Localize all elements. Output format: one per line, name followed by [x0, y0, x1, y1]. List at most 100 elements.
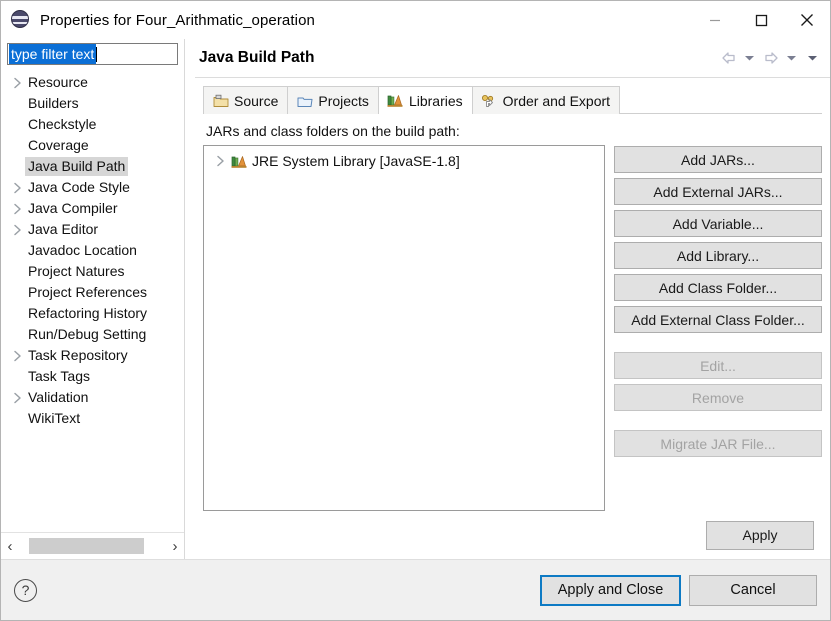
list-item-label: JRE System Library [JavaSE-1.8] — [252, 153, 460, 169]
sidebar-item-run-debug-setting[interactable]: Run/Debug Setting — [1, 324, 184, 345]
sidebar-item-label: Java Build Path — [25, 157, 129, 176]
sidebar-item-java-editor[interactable]: Java Editor — [1, 219, 184, 240]
sidebar-item-label: Checkstyle — [28, 116, 97, 132]
forward-arrow-icon[interactable] — [761, 47, 780, 69]
pane-menu-chevron-down-icon[interactable] — [803, 47, 822, 69]
settings-tree[interactable]: Resource Builders Checkstyle Coverage Java B… — [1, 65, 184, 532]
expand-chevron-right-icon[interactable] — [9, 182, 25, 194]
add-external-class-folder-button[interactable]: Add External Class Folder... — [614, 306, 822, 333]
tab-libraries[interactable]: Libraries — [377, 86, 473, 115]
button-group-separator — [614, 338, 822, 347]
add-library-button[interactable]: Add Library... — [614, 242, 822, 269]
sidebar-item-java-compiler[interactable]: Java Compiler — [1, 198, 184, 219]
question-mark-icon[interactable]: ? — [14, 578, 37, 602]
expand-chevron-right-icon[interactable] — [9, 392, 25, 404]
footer-buttons: Apply and Close Cancel — [540, 574, 817, 606]
sidebar-item-project-natures[interactable]: Project Natures — [1, 261, 184, 282]
page-title: Java Build Path — [199, 49, 315, 66]
order-export-icon — [481, 93, 498, 108]
add-external-jars-button[interactable]: Add External JARs... — [614, 178, 822, 205]
sidebar-item-wikitext[interactable]: WikiText — [1, 408, 184, 429]
sidebar-item-label: Project Natures — [28, 263, 125, 279]
expand-chevron-right-icon[interactable] — [212, 155, 229, 167]
add-jars-button[interactable]: Add JARs... — [614, 146, 822, 173]
expand-chevron-right-icon[interactable] — [9, 203, 25, 215]
scroll-right-arrow-icon[interactable]: › — [166, 539, 184, 554]
sidebar-horizontal-scrollbar[interactable]: ‹ › — [1, 532, 184, 559]
tab-label: Projects — [318, 92, 369, 109]
sidebar-item-resource[interactable]: Resource — [1, 72, 184, 93]
window-controls — [692, 1, 830, 39]
eclipse-properties-icon — [10, 9, 32, 31]
sidebar-item-label: Run/Debug Setting — [28, 326, 147, 342]
sidebar-item-label: Java Compiler — [28, 200, 118, 216]
tab-source[interactable]: Source — [203, 86, 289, 114]
sidebar-item-label: Resource — [28, 74, 88, 90]
title-bar: Properties for Four_Arithmatic_operation — [1, 1, 830, 39]
apply-and-close-button[interactable]: Apply and Close — [540, 574, 681, 606]
pane-header: Java Build Path — [195, 39, 830, 78]
sidebar-item-coverage[interactable]: Coverage — [1, 135, 184, 156]
migrate-jar-file-button: Migrate JAR File... — [614, 430, 822, 457]
sidebar-item-label: Project References — [28, 284, 148, 300]
tab-bar: Source Projects Libraries Order and Export — [195, 86, 830, 115]
expand-chevron-right-icon[interactable] — [9, 224, 25, 236]
build-path-actions: Add JARs... Add External JARs... Add Varia… — [614, 145, 822, 511]
scrollbar-track[interactable] — [19, 538, 166, 554]
add-variable-button[interactable]: Add Variable... — [614, 210, 822, 237]
build-path-list[interactable]: JRE System Library [JavaSE-1.8] — [203, 145, 605, 511]
forward-history-chevron-down-icon[interactable] — [782, 47, 801, 69]
sidebar-item-checkstyle[interactable]: Checkstyle — [1, 114, 184, 135]
sidebar-item-label: Java Editor — [28, 221, 99, 237]
tab-order-and-export[interactable]: Order and Export — [471, 86, 621, 114]
settings-sidebar: type filter text Resource Builders Checkst… — [1, 39, 185, 559]
sidebar-item-refactoring-history[interactable]: Refactoring History — [1, 303, 184, 324]
tab-label: Order and Export — [502, 92, 611, 109]
sidebar-item-task-tags[interactable]: Task Tags — [1, 366, 184, 387]
sidebar-item-java-build-path[interactable]: Java Build Path — [1, 156, 184, 177]
sidebar-item-label: WikiText — [28, 410, 81, 426]
button-group-separator — [614, 416, 822, 425]
maximize-button[interactable] — [738, 1, 784, 39]
tab-projects[interactable]: Projects — [287, 86, 379, 114]
tab-label: Source — [234, 92, 279, 109]
library-books-icon — [229, 153, 249, 169]
tab-label: Libraries — [408, 92, 463, 109]
text-caret — [96, 46, 98, 62]
library-books-icon — [387, 93, 404, 108]
expand-chevron-right-icon[interactable] — [9, 77, 25, 89]
sidebar-item-label: Builders — [28, 95, 79, 111]
sidebar-item-builders[interactable]: Builders — [1, 93, 184, 114]
project-icon — [296, 93, 313, 108]
sidebar-item-label: Task Tags — [28, 368, 90, 384]
sidebar-item-label: Java Code Style — [28, 179, 130, 195]
expand-chevron-right-icon[interactable] — [9, 350, 25, 362]
dialog-footer: ? Apply and Close Cancel — [1, 559, 830, 620]
add-class-folder-button[interactable]: Add Class Folder... — [614, 274, 822, 301]
properties-dialog: Properties for Four_Arithmatic_operation — [0, 0, 831, 621]
filter-input[interactable]: type filter text — [7, 43, 178, 65]
sidebar-item-javadoc-location[interactable]: Javadoc Location — [1, 240, 184, 261]
libraries-tab-panel: JARs and class folders on the build path… — [195, 114, 830, 559]
sidebar-item-label: Task Repository — [28, 347, 128, 363]
scroll-left-arrow-icon[interactable]: ‹ — [1, 539, 19, 554]
list-caption: JARs and class folders on the build path… — [206, 123, 460, 139]
sidebar-item-label: Validation — [28, 389, 89, 405]
close-button[interactable] — [784, 1, 830, 39]
sidebar-item-java-code-style[interactable]: Java Code Style — [1, 177, 184, 198]
back-arrow-icon[interactable] — [719, 47, 738, 69]
back-history-chevron-down-icon[interactable] — [740, 47, 759, 69]
edit-button: Edit... — [614, 352, 822, 379]
filter-container: type filter text — [1, 39, 184, 65]
cancel-button[interactable]: Cancel — [689, 574, 817, 606]
list-and-buttons-row: JRE System Library [JavaSE-1.8] Add JARs… — [203, 145, 822, 511]
apply-button[interactable]: Apply — [706, 520, 814, 550]
list-item[interactable]: JRE System Library [JavaSE-1.8] — [204, 150, 604, 172]
sidebar-item-validation[interactable]: Validation — [1, 387, 184, 408]
minimize-button[interactable] — [692, 1, 738, 39]
scrollbar-thumb[interactable] — [29, 538, 144, 554]
sidebar-item-project-references[interactable]: Project References — [1, 282, 184, 303]
sidebar-item-task-repository[interactable]: Task Repository — [1, 345, 184, 366]
filter-input-value: type filter text — [9, 44, 97, 64]
apply-row: Apply — [203, 511, 822, 559]
